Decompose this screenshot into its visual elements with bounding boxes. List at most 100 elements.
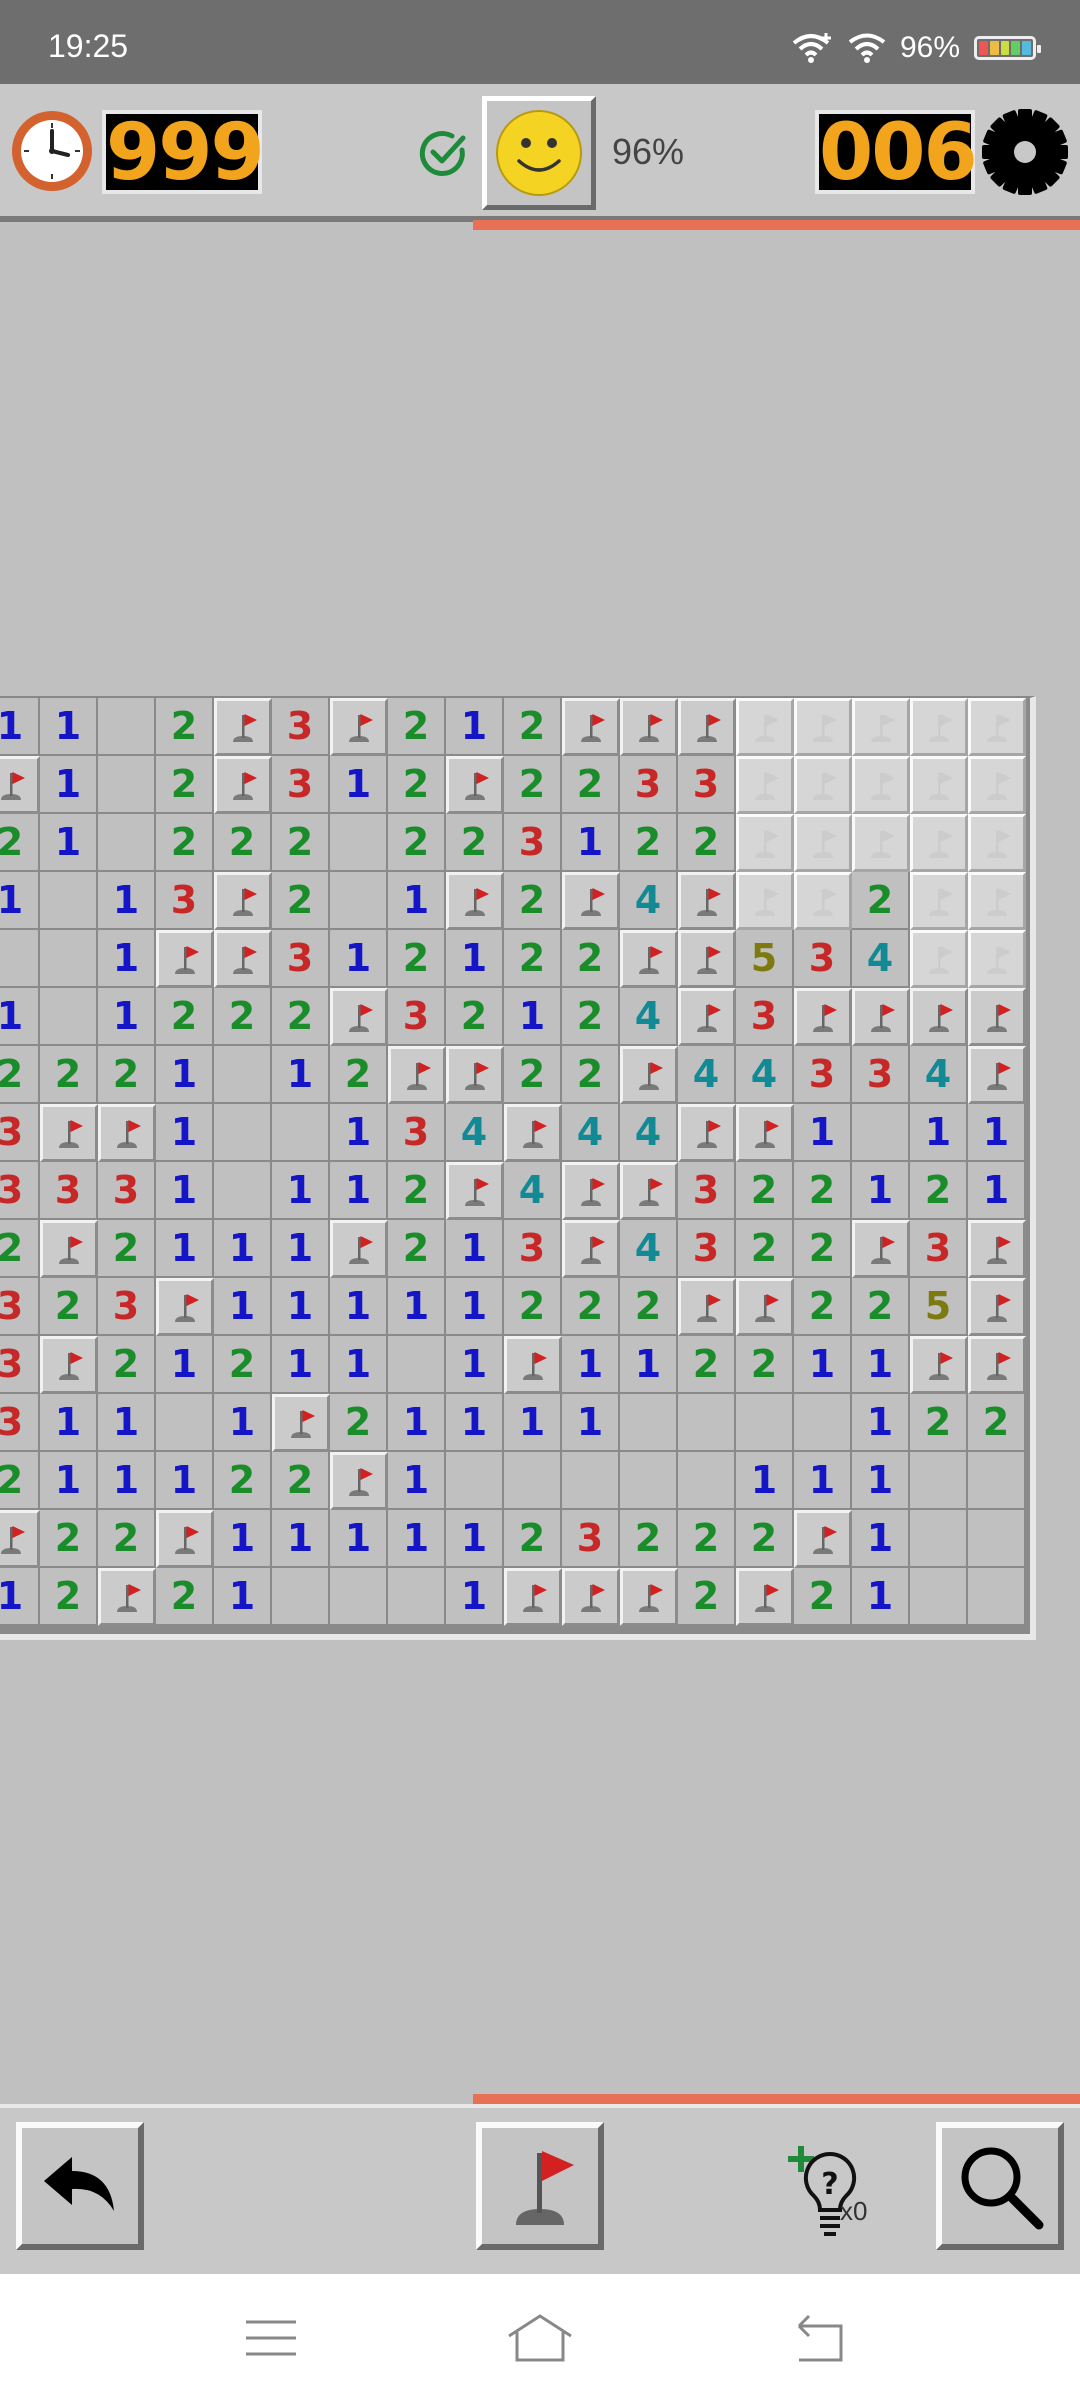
board-cell-number[interactable]: 2 xyxy=(562,930,620,988)
board-cell-flagged[interactable] xyxy=(272,1394,330,1452)
board-cell-number[interactable]: 5 xyxy=(736,930,794,988)
board-cell-number[interactable]: 3 xyxy=(0,1336,40,1394)
board-cell-empty[interactable] xyxy=(156,1394,214,1452)
board-cell-number[interactable]: 2 xyxy=(504,1278,562,1336)
board-cell-number[interactable]: 1 xyxy=(272,1162,330,1220)
board-cell-number[interactable]: 1 xyxy=(156,1452,214,1510)
board-cell-empty[interactable] xyxy=(40,988,98,1046)
board-cell-number[interactable]: 1 xyxy=(446,1278,504,1336)
board-cell-number[interactable]: 2 xyxy=(0,814,40,872)
board-cell-number[interactable]: 1 xyxy=(794,1452,852,1510)
board-cell-number[interactable]: 1 xyxy=(330,1104,388,1162)
board-cell-number[interactable]: 4 xyxy=(620,872,678,930)
board-cell-number[interactable]: 2 xyxy=(504,1510,562,1568)
board-cell-number[interactable]: 1 xyxy=(214,1394,272,1452)
board-cell-flagged[interactable] xyxy=(794,988,852,1046)
board-cell-number[interactable]: 1 xyxy=(446,1220,504,1278)
board-cell-number[interactable]: 1 xyxy=(852,1510,910,1568)
board-cell-number[interactable]: 2 xyxy=(620,814,678,872)
zoom-search-button[interactable] xyxy=(936,2122,1064,2250)
board-cell-flagged[interactable] xyxy=(214,698,272,756)
board-cell-flagged[interactable] xyxy=(504,1104,562,1162)
board-cell-flagged[interactable] xyxy=(156,1278,214,1336)
gear-icon[interactable] xyxy=(980,107,1070,197)
board-cell-number[interactable]: 2 xyxy=(504,698,562,756)
board-cell-flagged[interactable] xyxy=(736,1278,794,1336)
board-cell-empty[interactable] xyxy=(330,814,388,872)
board-cell-flagged[interactable] xyxy=(98,1568,156,1626)
board-cell-number[interactable]: 1 xyxy=(40,1394,98,1452)
board-cell-number[interactable]: 2 xyxy=(272,988,330,1046)
board-cell-number[interactable]: 2 xyxy=(156,1568,214,1626)
board-cell-flagged[interactable] xyxy=(678,1104,736,1162)
board-cell-number[interactable]: 1 xyxy=(156,1162,214,1220)
board-cell-number[interactable]: 1 xyxy=(98,930,156,988)
board-cell-flagged[interactable] xyxy=(40,1336,98,1394)
board-cell-number[interactable]: 2 xyxy=(794,1568,852,1626)
board-cell-flagged[interactable] xyxy=(40,1220,98,1278)
board-cell-number[interactable]: 2 xyxy=(98,1220,156,1278)
board-cell-number[interactable]: 1 xyxy=(446,1568,504,1626)
board-cell-flagged[interactable] xyxy=(968,1336,1026,1394)
board-cell-number[interactable]: 4 xyxy=(446,1104,504,1162)
board-cell-number[interactable]: 1 xyxy=(272,1336,330,1394)
flag-mode-button[interactable] xyxy=(476,2122,604,2250)
board-cell-number[interactable]: 3 xyxy=(0,1104,40,1162)
board-cell-number[interactable]: 4 xyxy=(620,1220,678,1278)
board-cell-number[interactable]: 2 xyxy=(388,1220,446,1278)
board-cell-number[interactable]: 2 xyxy=(736,1220,794,1278)
board-cell-number[interactable]: 3 xyxy=(504,814,562,872)
board-cell-number[interactable]: 3 xyxy=(0,1162,40,1220)
board-cell-flagged[interactable] xyxy=(446,1162,504,1220)
board-cell-number[interactable]: 2 xyxy=(504,872,562,930)
board-cell-number[interactable]: 2 xyxy=(678,814,736,872)
board-cell-number[interactable]: 3 xyxy=(678,1162,736,1220)
board-cell-number[interactable]: 1 xyxy=(214,1568,272,1626)
board-cell-flagged[interactable] xyxy=(562,1220,620,1278)
board-cell-flagged[interactable] xyxy=(446,1046,504,1104)
board-cell-number[interactable]: 1 xyxy=(40,814,98,872)
board-cell-number[interactable]: 2 xyxy=(620,1510,678,1568)
board-cell-number[interactable]: 4 xyxy=(620,988,678,1046)
board-cell-number[interactable]: 2 xyxy=(98,1510,156,1568)
board-cell-number[interactable]: 1 xyxy=(272,1510,330,1568)
board-cell-flagged[interactable] xyxy=(620,698,678,756)
board-cell-number[interactable]: 2 xyxy=(504,930,562,988)
board-cell-number[interactable]: 2 xyxy=(678,1336,736,1394)
board-cell-number[interactable]: 1 xyxy=(562,1336,620,1394)
board-cell-number[interactable]: 2 xyxy=(388,814,446,872)
board-cell-number[interactable]: 3 xyxy=(272,756,330,814)
board-cell-number[interactable]: 1 xyxy=(794,1336,852,1394)
board-cell-number[interactable]: 1 xyxy=(968,1104,1026,1162)
board-cell-number[interactable]: 1 xyxy=(330,756,388,814)
board-cell-number[interactable]: 1 xyxy=(388,1278,446,1336)
board-cell-hidden[interactable] xyxy=(794,872,852,930)
board-cell-number[interactable]: 1 xyxy=(330,1336,388,1394)
board-cell-number[interactable]: 3 xyxy=(272,698,330,756)
board-cell-empty[interactable] xyxy=(910,1510,968,1568)
board-cell-number[interactable]: 2 xyxy=(504,756,562,814)
board-cell-number[interactable]: 1 xyxy=(156,1104,214,1162)
board-cell-number[interactable]: 1 xyxy=(388,1394,446,1452)
board-cell-number[interactable]: 2 xyxy=(736,1336,794,1394)
board-cell-empty[interactable] xyxy=(968,1568,1026,1626)
board-cell-hidden[interactable] xyxy=(736,756,794,814)
board-cell-empty[interactable] xyxy=(852,1104,910,1162)
board-cell-number[interactable]: 2 xyxy=(562,1278,620,1336)
board-cell-empty[interactable] xyxy=(794,1394,852,1452)
board-cell-number[interactable]: 3 xyxy=(736,988,794,1046)
board-cell-number[interactable]: 4 xyxy=(736,1046,794,1104)
board-cell-empty[interactable] xyxy=(330,1568,388,1626)
board-cell-number[interactable]: 2 xyxy=(156,988,214,1046)
board-cell-number[interactable]: 3 xyxy=(0,1278,40,1336)
board-cell-number[interactable]: 2 xyxy=(330,1046,388,1104)
board-cell-flagged[interactable] xyxy=(330,698,388,756)
board-cell-number[interactable]: 1 xyxy=(968,1162,1026,1220)
board-cell-hidden[interactable] xyxy=(910,756,968,814)
board-cell-number[interactable]: 2 xyxy=(678,1510,736,1568)
board-cell-empty[interactable] xyxy=(968,1452,1026,1510)
board-cell-flagged[interactable] xyxy=(968,1046,1026,1104)
board-cell-number[interactable]: 3 xyxy=(620,756,678,814)
minefield-board[interactable]: 1123212123122233212222231221132124213121… xyxy=(0,696,1036,1640)
board-cell-number[interactable]: 2 xyxy=(736,1162,794,1220)
